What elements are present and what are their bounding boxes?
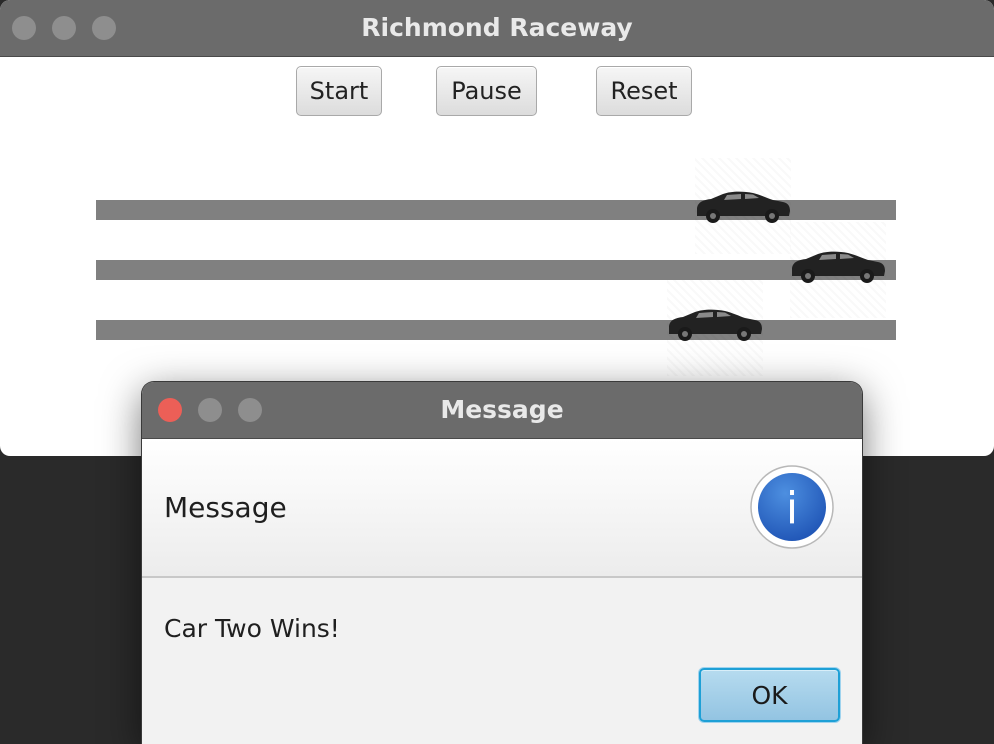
car-icon [697, 191, 790, 223]
dialog-header-text: Message [164, 491, 287, 524]
dialog-content-text: Car Two Wins! [164, 614, 340, 643]
window-title: Richmond Raceway [361, 13, 633, 42]
dialog-titlebar[interactable]: Message [142, 382, 862, 439]
dialog-title: Message [440, 395, 564, 424]
car-two [790, 222, 886, 318]
lane-three [96, 320, 896, 340]
car-three [667, 280, 763, 376]
ok-button[interactable]: OK [699, 668, 840, 722]
info-icon-glyph: i [786, 483, 798, 534]
start-button[interactable]: Start [296, 66, 382, 116]
dialog-header: Message i [142, 439, 862, 578]
main-titlebar[interactable]: Richmond Raceway [0, 0, 994, 57]
car-one [695, 158, 791, 254]
reset-button[interactable]: Reset [596, 66, 692, 116]
pause-button[interactable]: Pause [436, 66, 537, 116]
car-icon [792, 251, 885, 283]
info-icon: i [750, 465, 834, 549]
car-icon [669, 309, 762, 341]
lane-two [96, 260, 896, 280]
message-dialog: Message Message i Car Two Wins! OK [142, 382, 862, 744]
